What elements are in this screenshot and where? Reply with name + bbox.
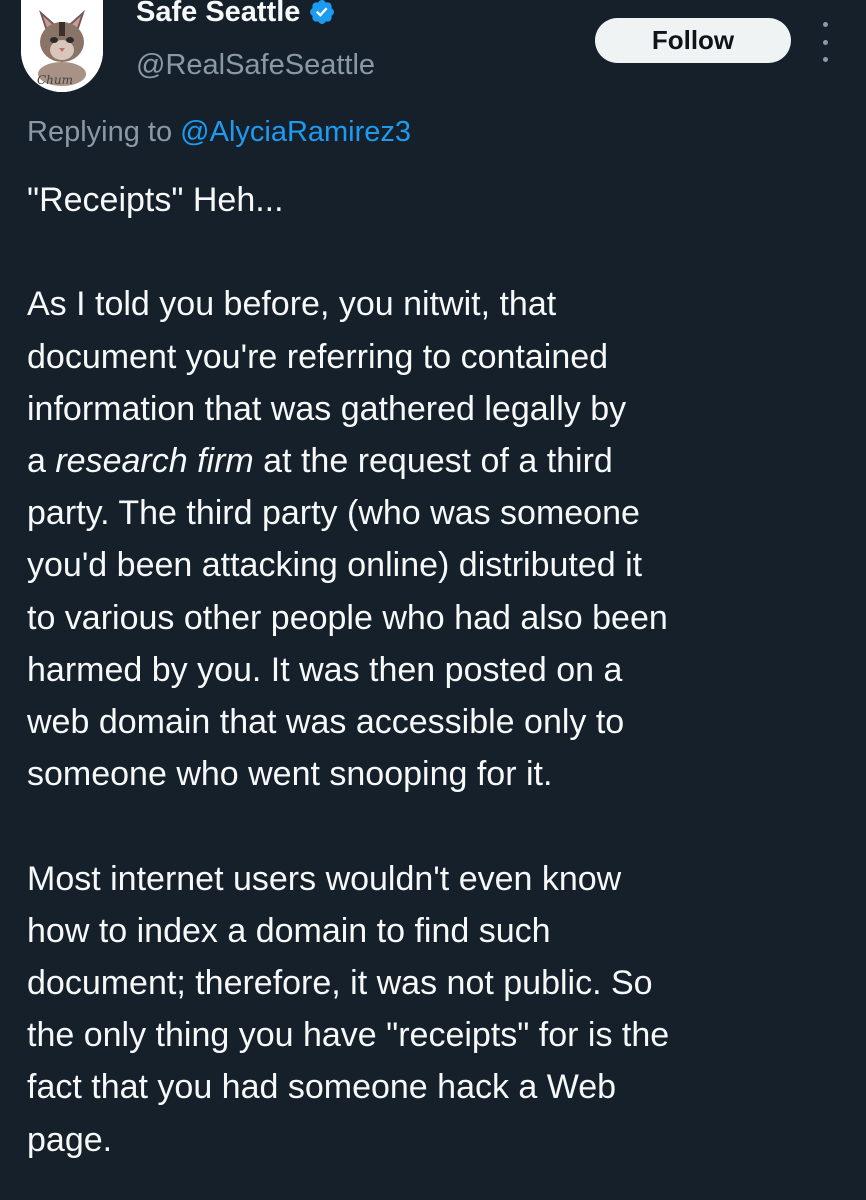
author-handle[interactable]: @RealSafeSeattle [136,46,375,84]
replying-to-prefix: Replying to [27,116,181,148]
avatar-image: Chum [21,0,103,92]
author-name-row: Safe Seattle [136,0,336,38]
verified-badge-icon [310,0,335,24]
tweet-line: document you're referring to contained [27,337,609,376]
tweet-text-segment: at the request of a third [253,442,613,480]
tweet-line: the only thing you have "receipts" for i… [27,1016,670,1055]
avatar-chum-text: Chum [37,73,73,87]
tweet-header: Chum Safe Seattle @RealSafeSeattle Follo… [0,0,866,110]
tweet-line: you'd been attacking online) distributed… [27,546,643,585]
avatar[interactable]: Chum [21,0,103,92]
tweet-line: document; therefore, it was not public. … [27,964,653,1003]
tweet-text: "Receipts" Heh... As I told you before, … [27,174,847,1166]
tweet-text-emphasis: research firm [55,442,254,480]
tweet-line: Most internet users wouldn't even know [27,859,622,898]
follow-button[interactable]: Follow [595,18,791,63]
tweet-line: how to index a domain to find such [27,911,551,950]
tweet-line: a research firm at the request of a thir… [27,435,847,487]
tweet-line: page. [27,1120,113,1159]
more-vertical-icon[interactable] [814,22,836,62]
replying-to-handle-link[interactable]: @AlyciaRamirez3 [180,116,411,148]
tweet-line: As I told you before, you nitwit, that [27,285,557,324]
tweet-line: information that was gathered legally by [27,389,627,428]
tweet-line: web domain that was accessible only to [27,703,625,742]
more-dot [822,57,828,62]
tweet-line: to various other people who had also bee… [27,598,668,637]
tweet-line: someone who went snooping for it. [27,755,553,794]
tweet-line: "Receipts" Heh... [27,181,284,219]
tweet-text-segment: a [27,442,56,480]
more-dot [822,39,828,45]
replying-to: Replying to @AlyciaRamirez3 [27,112,411,152]
tweet-line: fact that you had someone hack a Web [27,1068,617,1107]
tweet-line: party. The third party (who was someone [27,494,640,533]
more-dot [822,22,828,27]
author-display-name[interactable]: Safe Seattle [136,0,300,31]
tweet-line: harmed by you. It was then posted on a [27,650,623,689]
